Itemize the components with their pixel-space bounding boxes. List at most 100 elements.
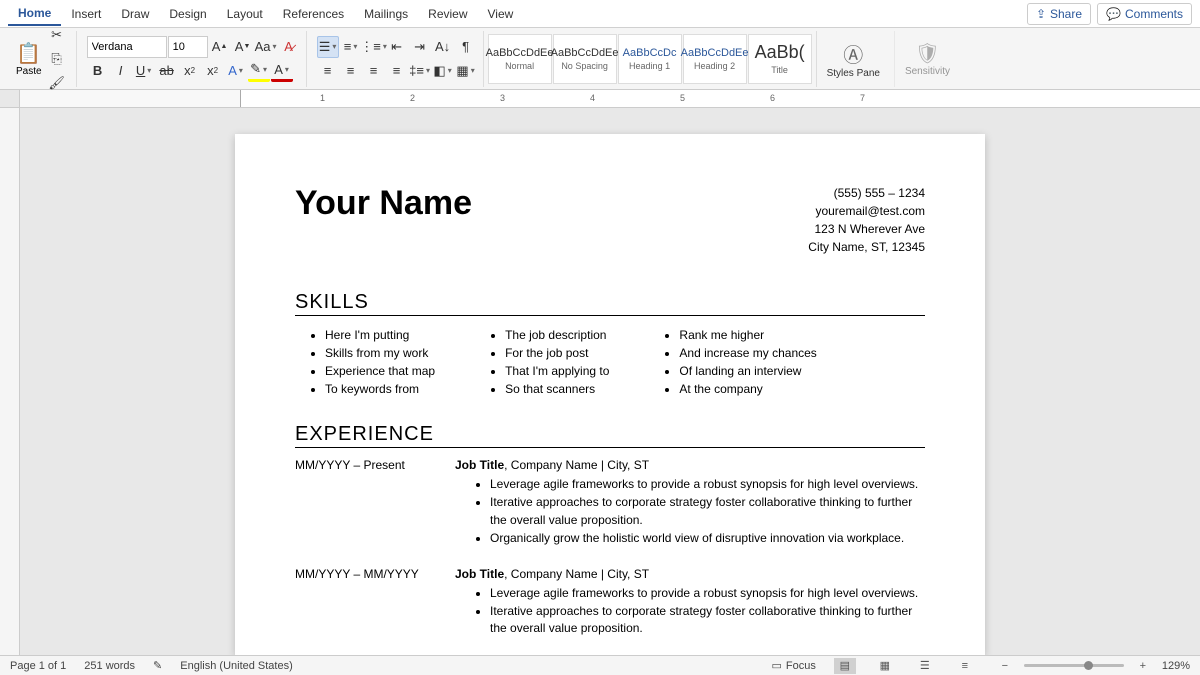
print-layout-view-button[interactable]: ▤ — [834, 658, 856, 674]
font-family-select[interactable] — [87, 36, 167, 58]
multilevel-button[interactable]: ⋮≡▾ — [363, 36, 385, 58]
menu-bar: Home Insert Draw Design Layout Reference… — [0, 0, 1200, 28]
zoom-slider[interactable] — [1024, 664, 1124, 667]
list-item: Here I'm putting — [325, 326, 435, 344]
style-heading1[interactable]: AaBbCcDcHeading 1 — [618, 34, 682, 84]
decrease-indent-button[interactable]: ⇤ — [386, 36, 408, 58]
experience-title: Job Title, Company Name | City, ST — [455, 458, 925, 472]
bullets-button[interactable]: ☰▾ — [317, 36, 339, 58]
strike-button[interactable]: ab — [156, 60, 178, 82]
resume-name: Your Name — [295, 184, 472, 223]
tab-insert[interactable]: Insert — [61, 3, 111, 25]
skills-heading: SKILLS — [295, 291, 925, 316]
sensitivity-button[interactable]: 🛡 Sensitivity — [894, 31, 960, 87]
borders-button[interactable]: ▦▾ — [455, 60, 477, 82]
zoom-in-button[interactable]: + — [1132, 658, 1154, 674]
tab-layout[interactable]: Layout — [217, 3, 273, 25]
tab-references[interactable]: References — [273, 3, 354, 25]
focus-mode-button[interactable]: ▭ Focus — [771, 659, 815, 672]
styles-pane-button[interactable]: Ⓐ Styles Pane — [816, 31, 890, 87]
bold-button[interactable]: B — [87, 60, 109, 82]
list-item: For the job post — [505, 344, 609, 362]
italic-button[interactable]: I — [110, 60, 132, 82]
experience-title: Job Title, Company Name | City, ST — [455, 567, 925, 581]
tab-design[interactable]: Design — [159, 3, 216, 25]
show-marks-button[interactable]: ¶ — [455, 36, 477, 58]
web-layout-view-button[interactable]: ▦ — [874, 658, 896, 674]
list-item: Leverage agile frameworks to provide a r… — [490, 585, 925, 602]
copy-button[interactable]: ⎘ — [46, 48, 68, 70]
list-item: Iterative approaches to corporate strate… — [490, 603, 925, 638]
tab-view[interactable]: View — [478, 3, 524, 25]
styles-gallery: AaBbCcDdEeNormal AaBbCcDdEeNo Spacing Aa… — [488, 34, 812, 84]
styles-pane-icon: Ⓐ — [843, 39, 863, 68]
font-size-select[interactable] — [168, 36, 208, 58]
superscript-button[interactable]: x2 — [202, 60, 224, 82]
justify-button[interactable]: ≡ — [386, 60, 408, 82]
list-item: That I'm applying to — [505, 362, 609, 380]
list-item: At the company — [679, 380, 816, 398]
draft-view-button[interactable]: ≡ — [954, 658, 976, 674]
shading-button[interactable]: ◧▾ — [432, 60, 454, 82]
ruler-horizontal[interactable]: 1234567 — [0, 90, 1200, 108]
align-right-button[interactable]: ≡ — [363, 60, 385, 82]
sensitivity-icon: 🛡 — [915, 41, 940, 66]
subscript-button[interactable]: x2 — [179, 60, 201, 82]
style-normal[interactable]: AaBbCcDdEeNormal — [488, 34, 552, 84]
clipboard-group: 📋 Paste ✂ ⎘ 🖌 — [8, 31, 77, 87]
ruler-vertical[interactable] — [0, 108, 20, 655]
style-heading2[interactable]: AaBbCcDdEeHeading 2 — [683, 34, 747, 84]
tab-draw[interactable]: Draw — [111, 3, 159, 25]
align-center-button[interactable]: ≡ — [340, 60, 362, 82]
comment-icon: 💬 — [1106, 7, 1121, 21]
experience-date: MM/YYYY – MM/YYYY — [295, 567, 455, 639]
change-case-button[interactable]: Aa▾ — [255, 36, 277, 58]
style-no-spacing[interactable]: AaBbCcDdEeNo Spacing — [553, 34, 617, 84]
sort-button[interactable]: A↓ — [432, 36, 454, 58]
skills-list: Here I'm puttingSkills from my workExper… — [295, 326, 925, 398]
tab-review[interactable]: Review — [418, 3, 477, 25]
word-count[interactable]: 251 words — [84, 660, 135, 672]
shrink-font-button[interactable]: A▼ — [232, 36, 254, 58]
comments-button[interactable]: 💬Comments — [1097, 3, 1192, 25]
list-item: Skills from my work — [325, 344, 435, 362]
experience-heading: EXPERIENCE — [295, 423, 925, 448]
grow-font-button[interactable]: A▲ — [209, 36, 231, 58]
document-page[interactable]: Your Name (555) 555 – 1234 youremail@tes… — [235, 134, 985, 655]
status-bar: Page 1 of 1 251 words ✎ English (United … — [0, 655, 1200, 675]
underline-button[interactable]: U▾ — [133, 60, 155, 82]
tab-mailings[interactable]: Mailings — [354, 3, 418, 25]
language-status[interactable]: English (United States) — [180, 660, 293, 672]
numbering-button[interactable]: ≡▾ — [340, 36, 362, 58]
list-item: So that scanners — [505, 380, 609, 398]
clipboard-icon: 📋 — [16, 41, 41, 66]
list-item: To keywords from — [325, 380, 435, 398]
font-color-button[interactable]: A▾ — [271, 60, 293, 82]
outline-view-button[interactable]: ☰ — [914, 658, 936, 674]
spell-check-icon[interactable]: ✎ — [153, 659, 162, 672]
list-item: Rank me higher — [679, 326, 816, 344]
zoom-out-button[interactable]: − — [994, 658, 1016, 674]
increase-indent-button[interactable]: ⇥ — [409, 36, 431, 58]
zoom-control: − + 129% — [994, 658, 1190, 674]
list-item: Iterative approaches to corporate strate… — [490, 494, 925, 529]
align-left-button[interactable]: ≡ — [317, 60, 339, 82]
page-count[interactable]: Page 1 of 1 — [10, 660, 66, 672]
document-area: Your Name (555) 555 – 1234 youremail@tes… — [0, 108, 1200, 655]
share-icon: ⇪ — [1036, 7, 1046, 21]
list-item: Leverage agile frameworks to provide a r… — [490, 476, 925, 493]
zoom-level[interactable]: 129% — [1162, 660, 1190, 672]
line-spacing-button[interactable]: ‡≡▾ — [409, 60, 431, 82]
clear-format-button[interactable]: A̷ — [278, 36, 300, 58]
share-button[interactable]: ⇪Share — [1027, 3, 1091, 25]
tab-home[interactable]: Home — [8, 2, 61, 26]
font-group: A▲ A▼ Aa▾ A̷ B I U▾ ab x2 x2 A▾ ✎▾ A▾ — [81, 31, 307, 87]
list-item: Organically grow the holistic world view… — [490, 530, 925, 547]
ribbon: 📋 Paste ✂ ⎘ 🖌 A▲ A▼ Aa▾ A̷ B I U▾ ab x2 … — [0, 28, 1200, 90]
experience-item: MM/YYYY – MM/YYYYJob Title, Company Name… — [295, 567, 925, 639]
highlight-button[interactable]: ✎▾ — [248, 60, 270, 82]
style-title[interactable]: AaBb(Title — [748, 34, 812, 84]
text-effects-button[interactable]: A▾ — [225, 60, 247, 82]
cut-button[interactable]: ✂ — [46, 24, 68, 46]
paste-button[interactable]: 📋 Paste — [16, 41, 42, 77]
